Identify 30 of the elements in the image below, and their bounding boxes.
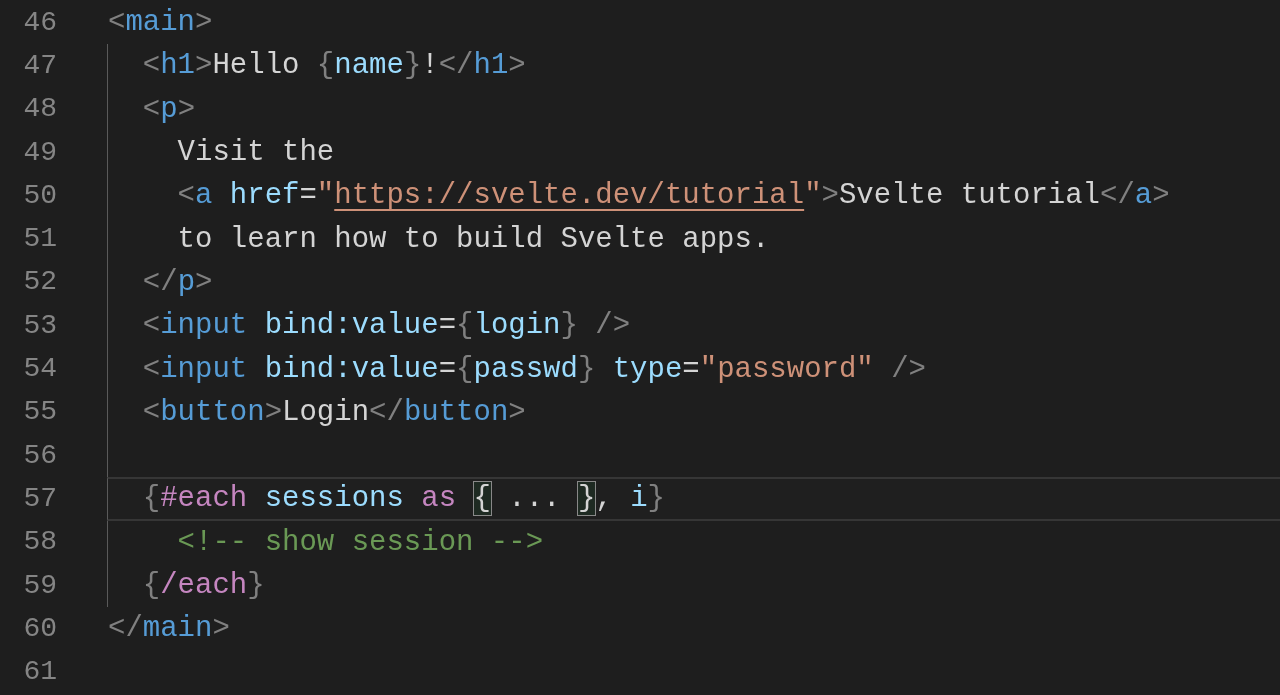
code-line: </p> [141,267,213,297]
line-number: 50 [22,181,57,210]
code-line: Visit the [176,138,335,168]
line-number: 54 [22,355,57,383]
line-number: 59 [22,571,57,600]
code-line: {#each sessions as { ... }, i} [141,484,665,514]
line-number: 48 [22,95,57,124]
code-line: <main> [108,8,213,38]
line-number: 47 [22,51,57,80]
code-line: <h1>Hello {name}!</h1> [141,51,526,81]
code-line: <input bind:value={passwd} type="password" /> [141,354,926,384]
code-line: <p> [141,94,196,124]
code-line: to learn how to build Svelte apps. [176,224,770,254]
line-number: 58 [22,528,57,557]
line-number: 52 [22,268,57,297]
line-number: 55 [22,398,57,427]
line-number: 46 [22,8,57,37]
line-number: 60 [22,614,57,643]
line-number: 61 [22,658,57,687]
line-number: 57 [22,484,57,513]
line-number: 53 [22,311,57,340]
line-number: 49 [22,138,57,167]
code-line: <button>Login</button> [141,397,526,427]
code-line: <!-- show session --> [176,527,544,557]
line-number: 56 [22,441,57,470]
code-line: </main> [108,614,230,644]
code-line: <a href="https://svelte.dev/tutorial">Svelte tutorial</a> [176,181,1170,211]
code-line: {/each} [141,571,265,600]
code-line: <input bind:value={login} /> [141,311,631,341]
line-number: 51 [22,225,57,254]
